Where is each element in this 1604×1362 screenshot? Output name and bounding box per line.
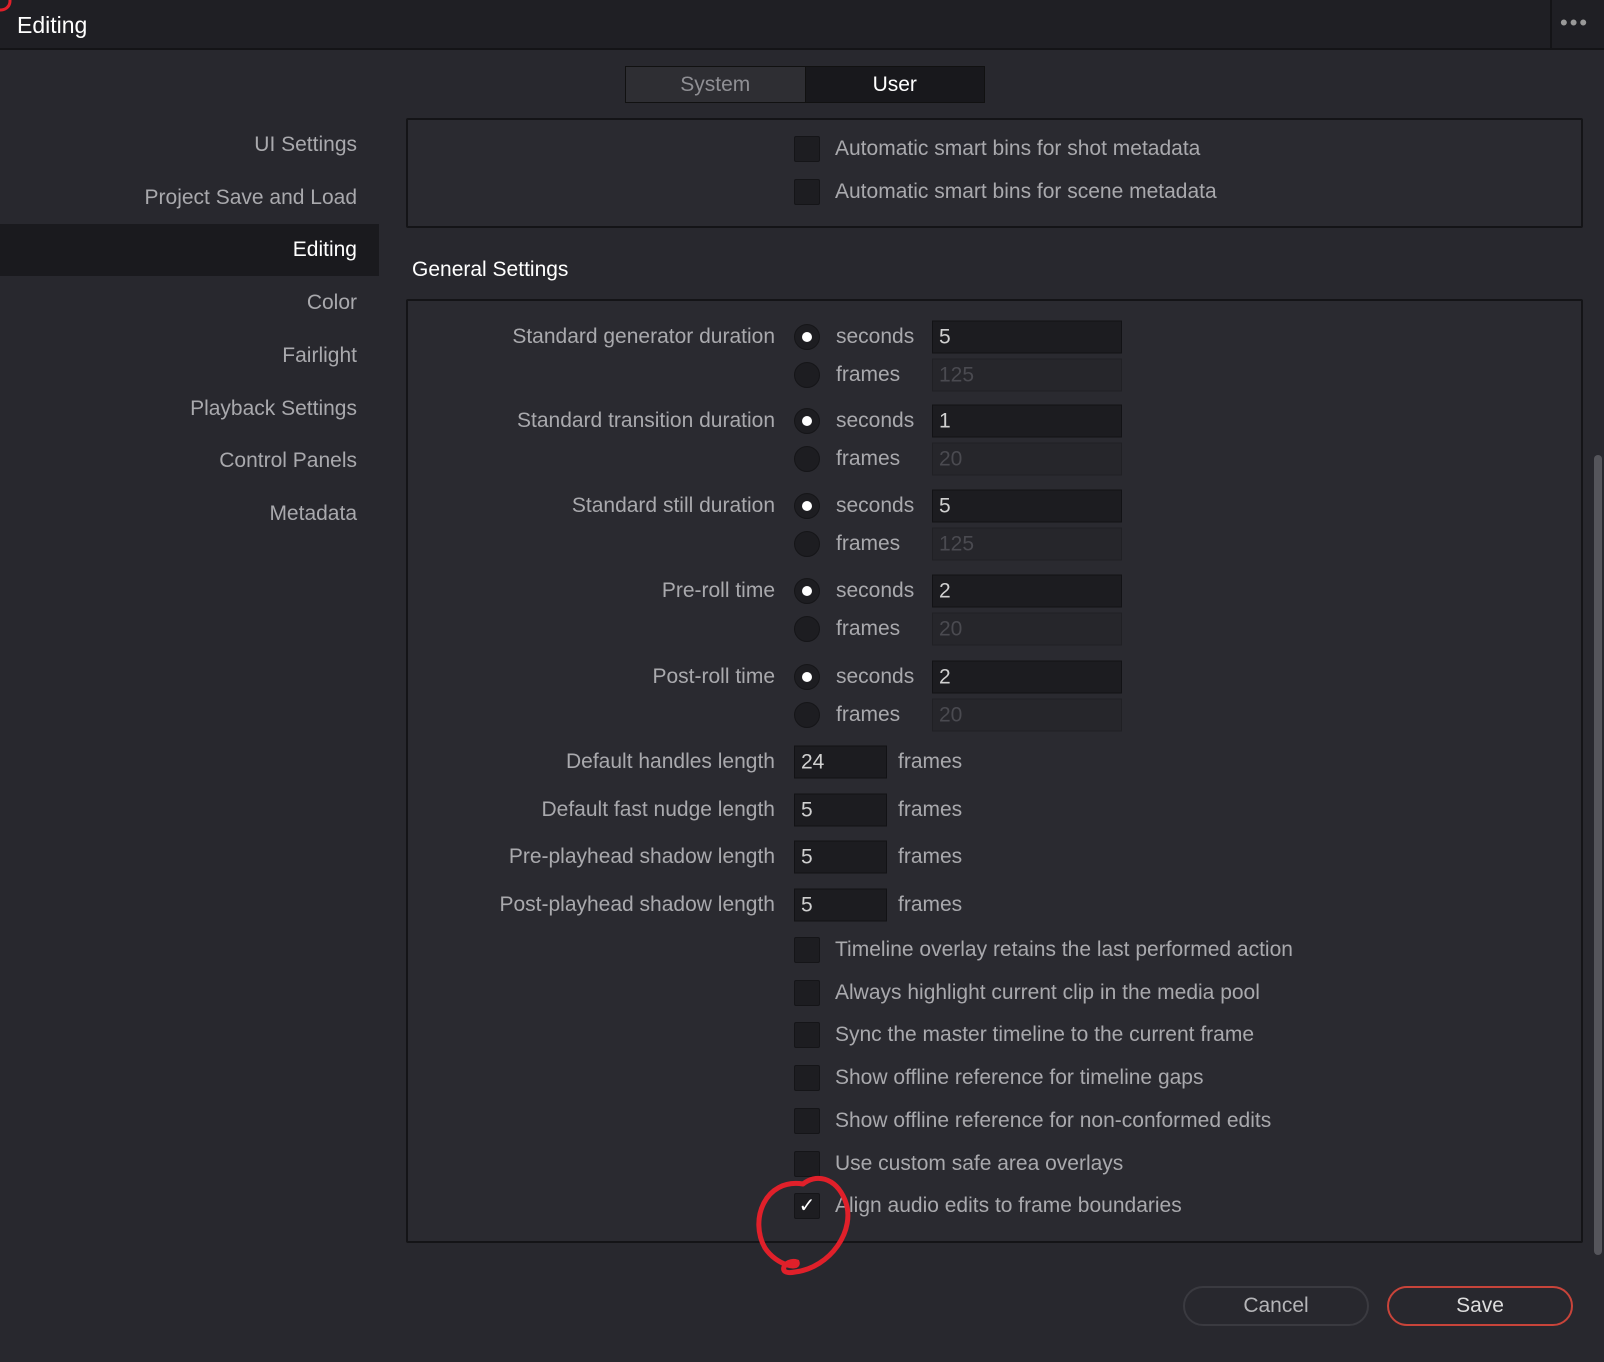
scrollbar[interactable]: [1594, 455, 1602, 1255]
tab-bar: System User: [625, 66, 985, 103]
checkbox-label: Automatic smart bins for shot metadata: [835, 137, 1201, 160]
checkbox[interactable]: [794, 1065, 820, 1092]
annotation-mark: [0, 0, 12, 12]
seconds-input[interactable]: 2: [932, 660, 1122, 694]
length-label: Pre-playhead shadow length: [508, 845, 775, 869]
sidebar-item[interactable]: Editing: [293, 238, 357, 262]
sidebar-item[interactable]: Color: [307, 291, 357, 315]
length-label: Default handles length: [566, 750, 775, 773]
sidebar-item[interactable]: UI Settings: [254, 133, 357, 157]
unit-label: frames: [898, 797, 963, 821]
checkbox[interactable]: [794, 937, 820, 963]
length-input[interactable]: 5: [794, 793, 887, 827]
seconds-input[interactable]: 5: [932, 320, 1122, 354]
ellipsis-icon[interactable]: •••: [1560, 10, 1589, 36]
seconds-input[interactable]: 2: [932, 574, 1122, 608]
radio-frames[interactable]: [794, 531, 820, 557]
radio-seconds[interactable]: [794, 324, 820, 350]
checkbox-label: Align audio edits to frame boundaries: [835, 1194, 1182, 1218]
checkbox-label: Show offline reference for non-conformed…: [835, 1108, 1272, 1132]
checkbox-label: Use custom safe area overlays: [835, 1151, 1124, 1175]
sidebar-item[interactable]: Project Save and Load: [145, 186, 357, 210]
length-label: Post-playhead shadow length: [499, 893, 775, 917]
tab-system[interactable]: System: [626, 67, 806, 102]
title-bar: [0, 0, 1604, 50]
length-input[interactable]: 24: [794, 745, 887, 779]
frames-input: 20: [932, 442, 1122, 476]
sidebar-item[interactable]: Control Panels: [219, 449, 357, 473]
radio-seconds[interactable]: [794, 664, 820, 690]
frames-label: frames: [836, 363, 901, 386]
sidebar-item[interactable]: Fairlight: [282, 344, 357, 368]
tab-user[interactable]: User: [805, 67, 984, 102]
sidebar-item[interactable]: Playback Settings: [190, 397, 357, 421]
unit-label: frames: [898, 750, 963, 773]
checkbox[interactable]: [794, 1107, 820, 1134]
section-title: General Settings: [412, 258, 569, 281]
checkbox[interactable]: [794, 179, 820, 205]
cancel-button[interactable]: Cancel: [1183, 1286, 1369, 1326]
annotation-circle: [756, 1175, 851, 1276]
checkbox-label: Timeline overlay retains the last perfor…: [835, 938, 1293, 961]
seconds-label: seconds: [836, 325, 915, 348]
seconds-label: seconds: [836, 579, 915, 602]
duration-label: Post-roll time: [652, 665, 775, 688]
seconds-label: seconds: [836, 665, 915, 688]
radio-seconds[interactable]: [794, 408, 820, 434]
duration-label: Pre-roll time: [661, 579, 775, 602]
radio-frames[interactable]: [794, 702, 820, 728]
sidebar-item[interactable]: Metadata: [269, 502, 357, 526]
save-button[interactable]: Save: [1387, 1286, 1573, 1326]
radio-seconds[interactable]: [794, 493, 820, 519]
unit-label: frames: [898, 845, 963, 869]
frames-input: 20: [932, 612, 1122, 646]
length-label: Default fast nudge length: [541, 797, 775, 821]
seconds-input[interactable]: 1: [932, 404, 1122, 438]
length-input[interactable]: 5: [794, 888, 887, 922]
frames-label: frames: [836, 617, 901, 640]
frames-label: frames: [836, 532, 901, 555]
seconds-label: seconds: [836, 409, 915, 432]
radio-frames[interactable]: [794, 446, 820, 472]
radio-seconds[interactable]: [794, 578, 820, 604]
frames-label: frames: [836, 703, 901, 726]
unit-label: frames: [898, 893, 963, 917]
duration-label: Standard generator duration: [512, 325, 775, 348]
seconds-label: seconds: [836, 494, 915, 517]
length-input[interactable]: 5: [794, 840, 887, 874]
checkbox-label: Automatic smart bins for scene metadata: [835, 180, 1217, 203]
radio-frames[interactable]: [794, 362, 820, 388]
frames-input: 20: [932, 698, 1122, 732]
frames-input: 125: [932, 358, 1122, 392]
title-divider: [1550, 0, 1552, 50]
frames-input: 125: [932, 527, 1122, 561]
checkbox[interactable]: [794, 1022, 820, 1049]
top-settings-panel: [406, 118, 1583, 228]
checkbox-label: Always highlight current clip in the med…: [835, 980, 1260, 1004]
checkbox-label: Show offline reference for timeline gaps: [835, 1066, 1204, 1090]
checkbox[interactable]: [794, 136, 820, 162]
checkbox-label: Sync the master timeline to the current …: [835, 1023, 1255, 1047]
seconds-input[interactable]: 5: [932, 489, 1122, 523]
radio-frames[interactable]: [794, 616, 820, 642]
window-title: Editing: [17, 12, 88, 38]
duration-label: Standard still duration: [571, 494, 775, 517]
frames-label: frames: [836, 447, 901, 470]
checkbox[interactable]: [794, 979, 820, 1006]
duration-label: Standard transition duration: [517, 409, 775, 432]
